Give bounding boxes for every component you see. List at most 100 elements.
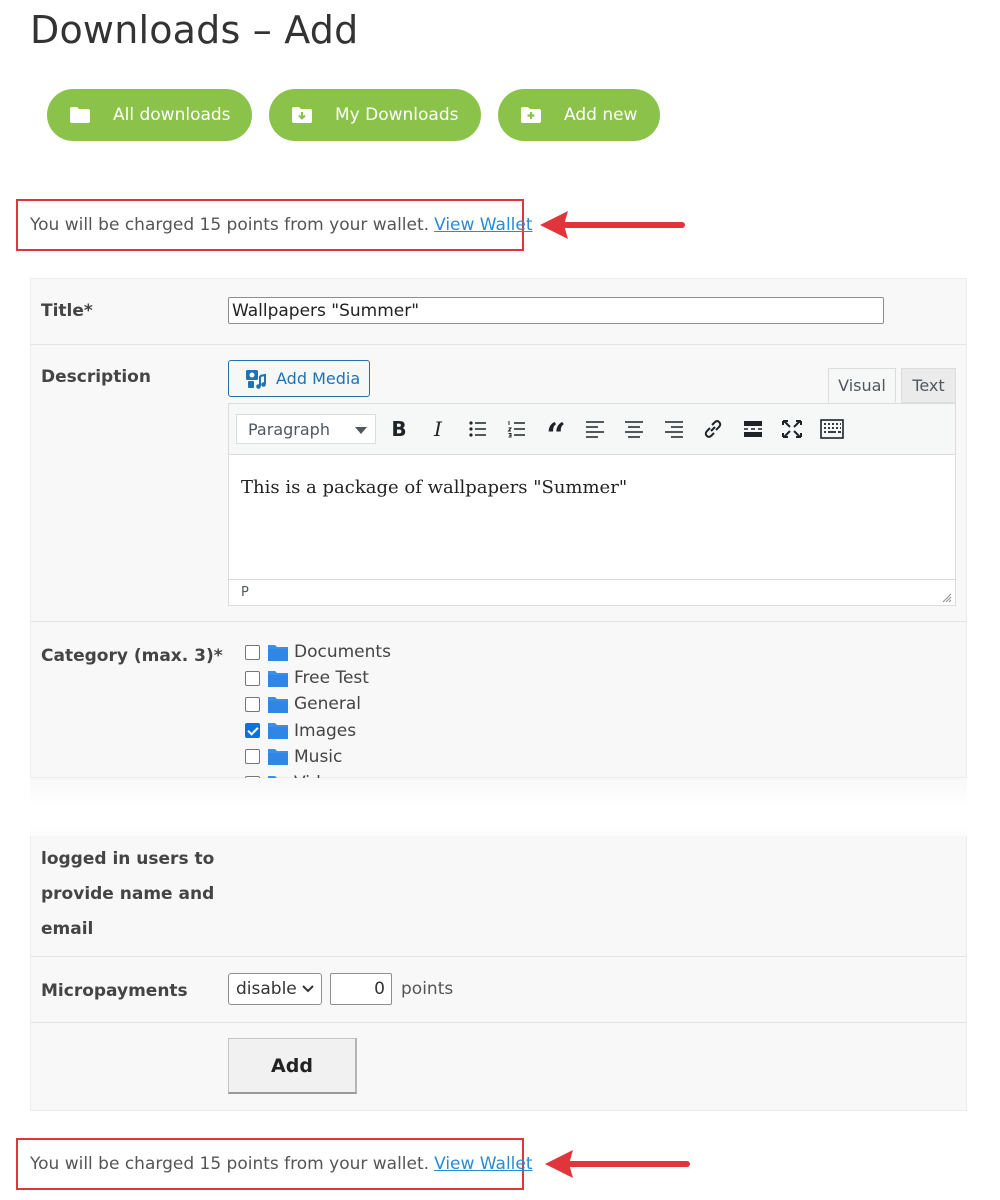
category-list: Documents Free Test General Images Music	[245, 639, 391, 796]
guest-option-label: logged in users to provide name and emai…	[41, 842, 214, 947]
align-left-button[interactable]	[582, 416, 608, 442]
rich-text-editor: Paragraph B I “ This is a package of wal…	[228, 403, 956, 606]
read-more-button[interactable]	[740, 416, 766, 442]
add-media-button[interactable]: Add Media	[228, 360, 370, 397]
download-form-lower: logged in users to provide name and emai…	[30, 836, 967, 1111]
my-downloads-button[interactable]: My Downloads	[269, 89, 481, 141]
align-right-button[interactable]	[661, 416, 687, 442]
folder-download-icon	[292, 107, 312, 123]
chevron-down-icon	[355, 427, 367, 434]
points-input[interactable]: 0	[330, 973, 392, 1005]
toolbar-toggle-button[interactable]	[819, 416, 845, 442]
page-title: Downloads – Add	[30, 8, 359, 52]
category-item-documents[interactable]: Documents	[245, 639, 391, 665]
blockquote-button[interactable]: “	[543, 416, 569, 456]
folder-icon	[268, 670, 288, 687]
folder-icon	[268, 644, 288, 661]
blockquote-icon: “	[546, 416, 566, 456]
category-item-free-test[interactable]: Free Test	[245, 665, 391, 691]
bullet-list-icon	[469, 421, 486, 437]
italic-icon: I	[434, 417, 442, 441]
category-checkbox[interactable]	[245, 696, 260, 712]
fullscreen-button[interactable]	[779, 416, 805, 442]
points-unit-label: points	[401, 979, 454, 999]
align-right-icon	[665, 421, 683, 438]
folder-icon	[268, 723, 288, 740]
nav-button-group: All downloads My Downloads Add new	[47, 89, 660, 141]
numbered-list-button[interactable]	[504, 416, 530, 442]
read-more-icon	[744, 421, 762, 437]
my-downloads-label: My Downloads	[335, 105, 459, 125]
micropayments-mode-value: disable	[236, 979, 297, 999]
link-icon	[704, 420, 722, 438]
folder-icon	[268, 749, 288, 766]
category-checkbox-checked[interactable]	[245, 723, 260, 739]
numbered-list-icon	[507, 421, 525, 438]
micropayments-row: Micropayments disable 0 points	[31, 957, 966, 1023]
align-left-icon	[586, 421, 604, 438]
guest-option-label-line: provide name and	[41, 884, 215, 904]
tab-text[interactable]: Text	[901, 368, 956, 403]
add-media-label: Add Media	[276, 369, 361, 388]
fullscreen-icon	[782, 420, 802, 438]
editor-statusbar: P	[229, 579, 955, 606]
download-form-upper: Title* Wallpapers "Summer" Description A…	[30, 278, 967, 793]
category-checkbox[interactable]	[245, 670, 260, 686]
submit-row: Add	[31, 1023, 966, 1111]
category-name: General	[294, 694, 361, 715]
tab-visual[interactable]: Visual	[828, 368, 896, 403]
editor-content[interactable]: This is a package of wallpapers "Summer"	[229, 455, 955, 579]
guest-option-row: logged in users to provide name and emai…	[31, 836, 966, 957]
align-center-icon	[625, 421, 643, 438]
description-row: Description Add Media Visual Text Paragr…	[31, 345, 966, 622]
chevron-down-icon	[302, 985, 314, 993]
red-arrow-icon	[540, 211, 685, 239]
category-item-general[interactable]: General	[245, 691, 391, 717]
description-label: Description	[41, 367, 151, 387]
folder-icon	[268, 696, 288, 713]
format-select-value: Paragraph	[248, 419, 330, 439]
category-checkbox[interactable]	[245, 749, 260, 765]
bullet-list-button[interactable]	[465, 416, 491, 442]
category-name: Documents	[294, 642, 391, 663]
align-center-button[interactable]	[621, 416, 647, 442]
micropayments-mode-select[interactable]: disable	[228, 973, 322, 1005]
media-icon	[246, 369, 266, 389]
bold-button[interactable]: B	[386, 416, 412, 442]
toolbar-toggle-icon	[820, 419, 844, 439]
title-input[interactable]: Wallpapers "Summer"	[228, 297, 884, 324]
title-label: Title*	[41, 301, 93, 321]
category-checkbox[interactable]	[245, 644, 260, 660]
category-name: Music	[294, 746, 343, 767]
category-item-music[interactable]: Music	[245, 744, 391, 770]
link-button[interactable]	[700, 416, 726, 442]
folder-add-icon	[521, 107, 541, 123]
view-wallet-link[interactable]: View Wallet	[434, 215, 532, 235]
italic-button[interactable]: I	[425, 416, 451, 442]
view-wallet-link[interactable]: View Wallet	[434, 1154, 532, 1174]
wallet-charge-notice-top: You will be charged 15 points from your …	[16, 199, 533, 251]
category-name: Free Test	[294, 668, 369, 689]
wallet-charge-notice-bottom: You will be charged 15 points from your …	[16, 1138, 533, 1190]
folder-icon	[70, 107, 90, 123]
all-downloads-label: All downloads	[113, 105, 231, 125]
charge-notice-text: You will be charged 15 points from your …	[30, 215, 430, 235]
guest-option-label-line: email	[41, 919, 94, 939]
all-downloads-button[interactable]: All downloads	[47, 89, 252, 141]
bold-icon: B	[391, 417, 407, 441]
add-new-button[interactable]: Add new	[498, 89, 660, 141]
add-new-label: Add new	[564, 105, 638, 125]
element-path[interactable]: P	[241, 585, 249, 600]
category-name: Images	[294, 720, 357, 741]
format-select[interactable]: Paragraph	[236, 414, 376, 444]
resize-handle-icon[interactable]	[942, 593, 952, 603]
guest-option-label-line: logged in users to	[41, 849, 215, 869]
category-row: Category (max. 3)* Documents Free Test G…	[31, 622, 966, 793]
red-arrow-icon	[545, 1150, 690, 1178]
micropayments-label: Micropayments	[41, 981, 188, 1001]
add-submit-button[interactable]: Add	[228, 1038, 357, 1094]
category-item-images[interactable]: Images	[245, 718, 391, 744]
category-label: Category (max. 3)*	[41, 646, 223, 666]
editor-toolbar: Paragraph B I “	[229, 404, 955, 456]
title-row: Title* Wallpapers "Summer"	[31, 279, 966, 345]
